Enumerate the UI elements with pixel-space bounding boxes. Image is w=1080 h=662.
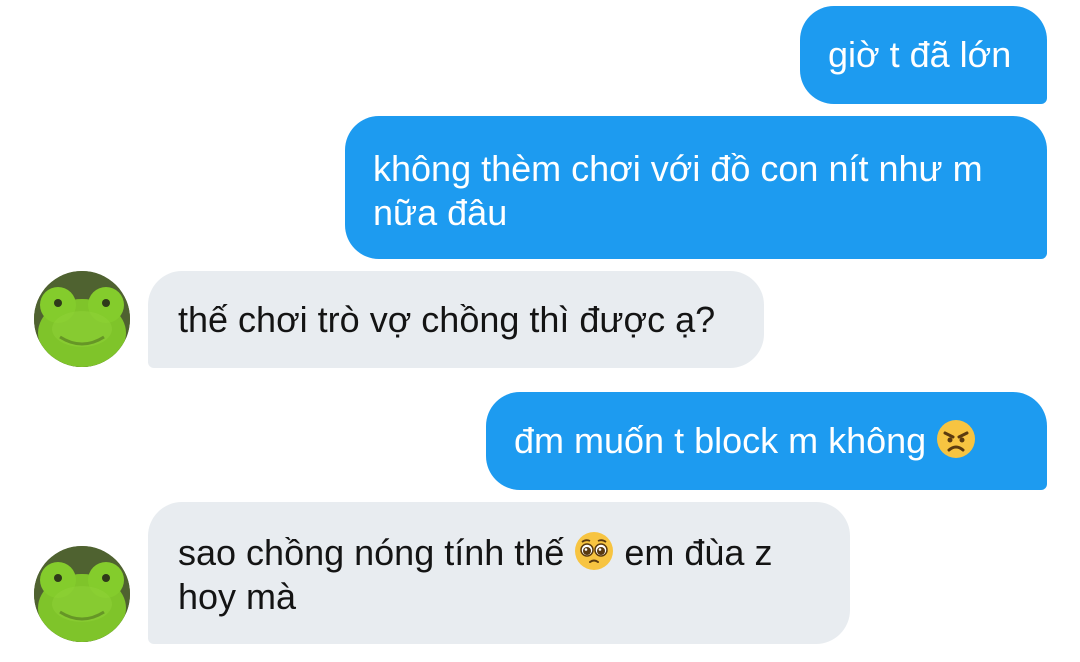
angry-face-icon (936, 419, 976, 459)
incoming-message-bubble[interactable]: thế chơi trò vợ chồng thì được ạ? (148, 271, 764, 368)
contact-avatar[interactable] (34, 546, 130, 642)
frog-plush-icon (34, 271, 130, 367)
frog-plush-icon (34, 546, 130, 642)
message-text: sao chồng nóng tính thế (178, 532, 565, 573)
contact-avatar[interactable] (34, 271, 130, 367)
incoming-message-bubble[interactable]: sao chồng nóng tính thế em đùa z hoy mà (148, 502, 850, 644)
message-text: đm muốn t block m không (514, 420, 927, 461)
message-text: giờ t đã lớn (828, 34, 1012, 75)
outgoing-message-bubble[interactable]: đm muốn t block m không (486, 392, 1047, 490)
message-text: thế chơi trò vợ chồng thì được ạ? (178, 299, 716, 340)
outgoing-message-bubble[interactable]: không thèm chơi với đồ con nít như m nữa… (345, 116, 1047, 259)
outgoing-message-bubble[interactable]: giờ t đã lớn (800, 6, 1047, 104)
message-text: không thèm chơi với đồ con nít như m nữa… (373, 148, 983, 233)
pleading-face-icon (574, 531, 614, 571)
